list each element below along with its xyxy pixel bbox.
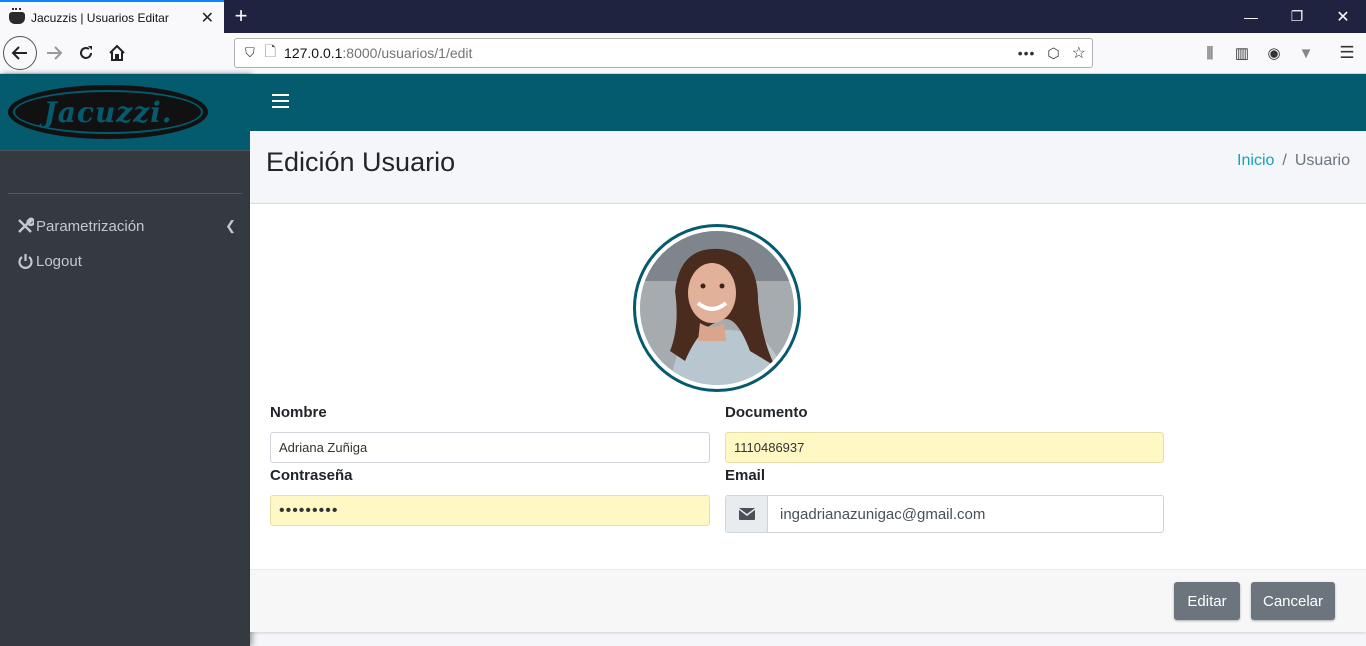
- sidebar-item-parametrizacion[interactable]: Parametrización ❮: [16, 217, 236, 235]
- library-icon[interactable]: ⫼: [1198, 41, 1222, 65]
- url-bar[interactable]: ⛉ 🗋 127.0.0.1:8000/usuarios/1/edit ••• ⬡…: [234, 38, 1093, 68]
- breadcrumb-home-link[interactable]: Inicio: [1237, 152, 1274, 169]
- extension-icon[interactable]: ▼: [1294, 41, 1318, 65]
- nombre-label: Nombre: [270, 404, 327, 421]
- bookmark-star-icon[interactable]: ☆: [1072, 43, 1086, 63]
- power-icon: [16, 252, 34, 270]
- sidebar-item-label: Parametrización: [36, 217, 145, 235]
- breadcrumb: Inicio / Usuario: [1237, 152, 1350, 170]
- nombre-input[interactable]: Adriana Zuñiga: [270, 432, 710, 463]
- breadcrumb-current: Usuario: [1294, 152, 1350, 169]
- restore-icon[interactable]: ❐: [1274, 0, 1320, 33]
- more-actions-icon[interactable]: •••: [1018, 45, 1036, 61]
- browser-tab[interactable]: Jacuzzis | Usuarios Editar ✕: [0, 0, 224, 33]
- password-input[interactable]: •••••••••: [270, 495, 710, 526]
- email-input-group[interactable]: ingadrianazunigac@gmail.com: [725, 495, 1164, 533]
- sidebar-toggle-icon[interactable]: ▥: [1230, 41, 1254, 65]
- page-icon: 🗋: [264, 43, 277, 59]
- cancel-button[interactable]: Cancelar: [1251, 582, 1335, 620]
- url-text: 127.0.0.1:8000/usuarios/1/edit: [284, 45, 473, 61]
- documento-input[interactable]: 1110486937: [725, 432, 1164, 463]
- wrench-tools-icon: [16, 217, 34, 235]
- sidebar-item-logout[interactable]: Logout: [16, 252, 236, 270]
- new-tab-button[interactable]: +: [229, 3, 253, 29]
- reload-button[interactable]: [70, 37, 102, 69]
- favicon-icon: [9, 7, 25, 24]
- sidebar-divider: [8, 193, 242, 194]
- close-tab-icon[interactable]: ✕: [201, 8, 214, 28]
- tab-title: Jacuzzis | Usuarios Editar: [31, 10, 169, 25]
- user-avatar: [633, 224, 801, 392]
- content-header: Edición Usuario Inicio / Usuario: [250, 131, 1366, 204]
- email-label: Email: [725, 467, 766, 484]
- sidebar-item-label: Logout: [36, 252, 82, 270]
- home-button[interactable]: [101, 37, 133, 69]
- email-input[interactable]: ingadrianazunigac@gmail.com: [768, 496, 1163, 532]
- pocket-icon[interactable]: ⬡: [1047, 45, 1059, 62]
- documento-label: Documento: [725, 404, 808, 421]
- menu-icon[interactable]: ☰: [1335, 41, 1359, 65]
- sidebar: Jacuzzi. Parametrización ❮ Logout: [0, 74, 250, 646]
- password-label: Contraseña: [270, 467, 353, 484]
- profile-photo: [640, 231, 794, 385]
- envelope-icon: [726, 496, 768, 532]
- close-window-icon[interactable]: ✕: [1320, 0, 1366, 33]
- jacuzzi-logo: Jacuzzi.: [8, 85, 208, 139]
- browser-navbar: ⛉ 🗋 127.0.0.1:8000/usuarios/1/edit ••• ⬡…: [0, 33, 1366, 74]
- account-icon[interactable]: ◉: [1262, 41, 1286, 65]
- shield-icon[interactable]: ⛉: [245, 45, 255, 61]
- page-title: Edición Usuario: [266, 147, 456, 177]
- edit-button[interactable]: Editar: [1174, 582, 1240, 620]
- breadcrumb-separator: /: [1282, 152, 1287, 169]
- browser-titlebar: Jacuzzis | Usuarios Editar ✕ + — ❐ ✕: [0, 0, 1366, 33]
- user-edit-card: Nombre Adriana Zuñiga Documento 11104869…: [250, 204, 1366, 632]
- minimize-icon[interactable]: —: [1228, 0, 1274, 33]
- forward-button[interactable]: [38, 37, 70, 69]
- chevron-left-icon: ❮: [225, 218, 236, 233]
- card-footer: Editar Cancelar: [250, 569, 1366, 632]
- back-button[interactable]: [3, 36, 37, 70]
- top-navbar: [250, 74, 1366, 131]
- brand[interactable]: Jacuzzi.: [0, 74, 250, 151]
- hamburger-menu-icon[interactable]: [272, 94, 289, 108]
